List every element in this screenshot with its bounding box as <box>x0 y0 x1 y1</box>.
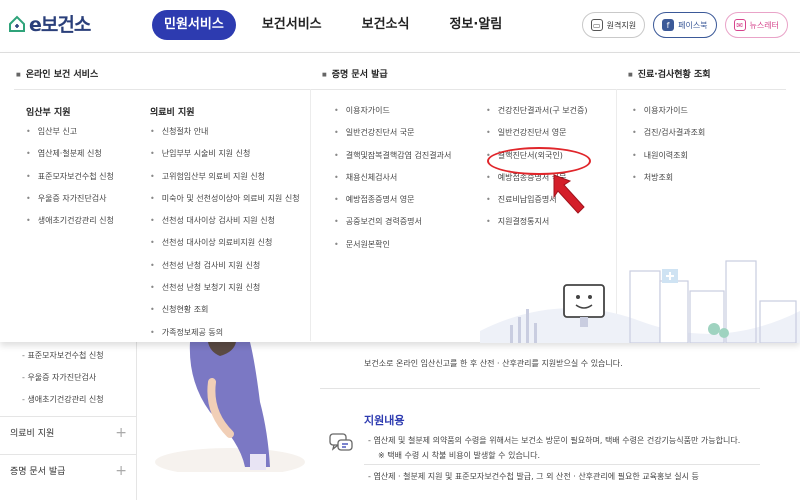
divider <box>320 388 760 389</box>
speech-bubble-icon <box>328 430 354 456</box>
menu-item[interactable]: 임산부 신고 <box>26 124 114 146</box>
facebook-label: 페이스북 <box>678 20 708 30</box>
menu-item[interactable]: 난임부부 시술비 지원 신청 <box>150 146 300 168</box>
sidebar-item-label: 의료비 지원 <box>10 429 55 439</box>
mega-menu-dropdown: 온라인 보건 서비스 증명 문서 발급 진료·검사현황 조회 임산부 지원 임산… <box>0 52 800 344</box>
sidebar-subitem[interactable]: 표준모자보건수첩 신청 <box>22 348 103 370</box>
sidebar-subitem[interactable]: 생애초기건강관리 신청 <box>22 392 103 414</box>
main-nav: 민원서비스 보건서비스 보건소식 정보·알림 <box>152 10 528 40</box>
nav-civil-service[interactable]: 민원서비스 <box>152 10 236 40</box>
certificate-list-left: 이용자가이드 일반건강진단서 국문 결핵및잠복결핵감염 검진결과서 채용신체검사… <box>334 103 452 259</box>
sidebar-item-medical-support[interactable]: 의료비 지원 + <box>0 416 137 448</box>
bullet-text: 엽산제 및 철분제 의약품의 수령을 위해서는 보건소 방문이 필요하며, 택배… <box>373 436 741 445</box>
plus-icon: + <box>115 462 127 479</box>
group-title-medical-support: 의료비 지원 <box>150 108 195 118</box>
main-content: 보건소로 온라인 임산신고를 한 후 산전 · 산후관리를 지원받으실 수 있습… <box>320 342 790 500</box>
menu-item[interactable]: 선천성 난청 검사비 지원 신청 <box>150 258 300 280</box>
sidebar-subitem[interactable]: 우울증 자가진단검사 <box>22 370 104 392</box>
menu-item[interactable]: 일반건강진단서 국문 <box>334 125 451 147</box>
facebook-icon: f <box>662 19 675 31</box>
sidebar-item-cert-issuance[interactable]: 증명 문서 발급 + <box>0 454 137 486</box>
site-header: e보건소 민원서비스 보건서비스 보건소식 정보·알림 ▭ 원격지원 f 페이스… <box>0 0 800 52</box>
support-note: ※ 택배 수령 시 착불 비용이 발생할 수 있습니다. <box>378 451 541 460</box>
menu-item[interactable]: 선천성 대사이상 의료비지원 신청 <box>150 235 300 257</box>
facebook-button[interactable]: f 페이스북 <box>653 12 717 38</box>
menu-item[interactable]: 가족정보제공 동의 <box>150 325 300 347</box>
pregnant-woman-illustration <box>150 342 310 476</box>
menu-item[interactable]: 선천성 난청 보청기 지원 신청 <box>150 280 300 302</box>
bullet-text: 엽산제 · 철분제 지원 및 표준모자보건수첩 발급, 그 외 산전 · 산후관… <box>373 472 699 481</box>
menu-item[interactable]: 우울증 자가진단검사 <box>26 191 114 213</box>
left-sidebar: 표준모자보건수첩 신청 우울증 자가진단검사 생애초기건강관리 신청 의료비 지… <box>0 342 137 500</box>
newsletter-button[interactable]: ✉ 뉴스레터 <box>724 12 788 38</box>
menu-item[interactable]: 예방접종증명서 영문 <box>334 192 451 214</box>
logo-text: e보건소 <box>29 14 91 36</box>
section-title: 지원내용 <box>364 414 405 427</box>
menu-item[interactable]: 미숙아 및 선천성이상아 의료비 지원 신청 <box>150 191 300 213</box>
group-title-pregnant-support: 임산부 지원 <box>26 108 71 118</box>
menu-item[interactable]: 표준모자보건수첩 신청 <box>26 169 114 191</box>
menu-item[interactable]: 생애초기건강관리 신청 <box>26 213 114 235</box>
pregnant-support-list: 임산부 신고 엽산제·철분제 신청 표준모자보건수첩 신청 우울증 자가진단검사… <box>26 124 114 235</box>
menu-item[interactable]: 이용자가이드 <box>334 103 451 125</box>
menu-item[interactable]: 처방조회 <box>632 170 705 192</box>
nav-info-notice[interactable]: 정보·알림 <box>435 10 516 40</box>
nav-health-news[interactable]: 보건소식 <box>348 10 424 40</box>
newsletter-label: 뉴스레터 <box>749 20 779 30</box>
menu-item[interactable]: 검진/검사결과조회 <box>632 125 706 147</box>
menu-head-online-health: 온라인 보건 서비스 <box>16 67 99 80</box>
menu-head-exam-status: 진료·검사현황 조회 <box>628 67 711 80</box>
menu-item[interactable]: 이용자가이드 <box>632 103 705 125</box>
support-bullet-2: - 엽산제 · 철분제 지원 및 표준모자보건수첩 발급, 그 외 산전 · 산… <box>368 472 699 481</box>
menu-item[interactable]: 문서원본확인 <box>334 237 451 259</box>
house-logo-icon <box>8 15 26 33</box>
monitor-icon: ▭ <box>590 19 603 31</box>
utility-links: ▭ 원격지원 f 페이스북 ✉ 뉴스레터 <box>574 12 788 38</box>
site-logo[interactable]: e보건소 <box>8 10 91 37</box>
column-divider <box>310 89 311 341</box>
exam-status-list: 이용자가이드 검진/검사결과조회 내원이력조회 처방조회 <box>632 103 706 192</box>
nav-health-service[interactable]: 보건서비스 <box>248 10 336 40</box>
menu-item[interactable]: 선천성 대사이상 검사비 지원 신청 <box>150 213 300 235</box>
medical-support-list: 신청절차 안내 난임부부 시술비 지원 신청 고위험임산부 의료비 지원 신청 … <box>150 124 300 347</box>
mail-icon: ✉ <box>733 19 746 31</box>
menu-item[interactable]: 결핵및잠복결핵감염 검진결과서 <box>334 148 452 170</box>
red-arrow-icon <box>553 174 585 214</box>
menu-item[interactable]: 신청현황 조회 <box>150 302 300 324</box>
divider <box>364 464 760 465</box>
menu-item-health-cert[interactable]: 건강진단결과서(구 보건증) <box>486 103 588 125</box>
sidebar-submenu: 표준모자보건수첩 신청 우울증 자가진단검사 생애초기건강관리 신청 <box>22 348 104 414</box>
menu-item[interactable]: 채용신체검사서 <box>334 170 451 192</box>
menu-item[interactable]: 엽산제·철분제 신청 <box>26 146 114 168</box>
plus-icon: + <box>115 424 127 441</box>
menu-head-certificates: 증명 문서 발급 <box>322 67 388 80</box>
remote-support-label: 원격지원 <box>606 20 637 30</box>
support-bullet-1: - 엽산제 및 철분제 의약품의 수령을 위해서는 보건소 방문이 필요하며, … <box>368 436 741 445</box>
menu-item[interactable]: 신청절차 안내 <box>150 124 300 146</box>
menu-item[interactable]: 일반건강진단서 영문 <box>486 125 587 147</box>
menu-item[interactable]: 지원결정통지서 <box>486 214 587 236</box>
menu-item[interactable]: 내원이력조회 <box>632 148 705 170</box>
menu-head-divider <box>14 89 786 90</box>
menu-item[interactable]: 공중보건의 경력증명서 <box>334 214 451 236</box>
remote-support-button[interactable]: ▭ 원격지원 <box>581 12 646 38</box>
city-illustration <box>480 251 800 344</box>
sidebar-item-label: 증명 문서 발급 <box>10 467 66 477</box>
menu-item[interactable]: 고위험임산부 의료비 지원 신청 <box>150 169 300 191</box>
intro-text: 보건소로 온라인 임산신고를 한 후 산전 · 산후관리를 지원받으실 수 있습… <box>364 359 623 368</box>
